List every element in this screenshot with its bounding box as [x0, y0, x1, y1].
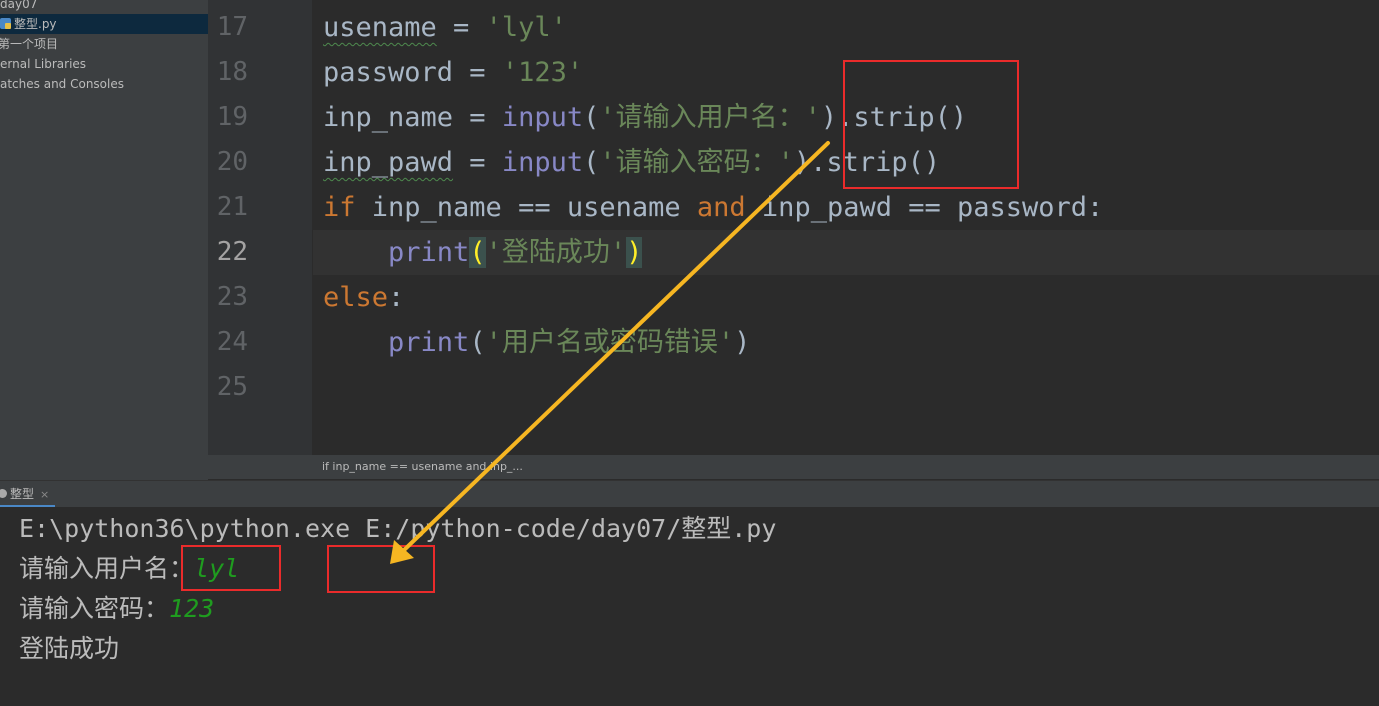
run-tab-label: 整型: [10, 487, 35, 501]
tree-item-label: ernal Libraries: [0, 57, 87, 71]
matched-bracket-close: ): [626, 237, 643, 268]
tree-item-label: atches and Consoles: [0, 77, 124, 91]
run-console[interactable]: E:\python36\python.exe E:/python-code/da…: [0, 507, 1379, 706]
editor-breadcrumb-bar: if inp_name == usename and inp_...: [208, 455, 1379, 479]
tree-external-libraries[interactable]: ernal Libraries: [0, 54, 86, 74]
python-file-icon: [0, 18, 11, 29]
code-line-21: if inp_name == usename and inp_pawd == p…: [323, 192, 1104, 223]
console-result: 登陆成功: [19, 634, 120, 663]
matched-bracket-open: (: [469, 237, 486, 268]
tree-folder-day07[interactable]: day07: [0, 0, 37, 14]
python-run-icon: [0, 489, 7, 498]
line-number: 18: [216, 57, 248, 87]
breadcrumb[interactable]: if inp_name == usename and inp_...: [322, 455, 523, 479]
annotation-box-input-right: [327, 545, 435, 593]
line-number: 17: [216, 12, 248, 42]
tree-file-zhengxing[interactable]: 整型.py: [0, 14, 208, 34]
annotation-box-strip: [843, 60, 1019, 189]
close-icon[interactable]: ×: [40, 488, 49, 501]
annotation-box-input-left: [181, 545, 281, 591]
tree-scratches-consoles[interactable]: atches and Consoles: [0, 74, 124, 94]
line-number-current: 22: [216, 237, 248, 267]
console-prompt-password: 请输入密码：123: [19, 594, 215, 623]
run-tab-zhengxing[interactable]: 整型 ×: [0, 483, 56, 508]
code-line-22: print('登陆成功'): [388, 237, 643, 268]
console-user-input: 123: [169, 594, 215, 623]
line-number-gutter: 17 18 19 20 21 22 23 24 25: [208, 0, 312, 455]
line-number: 19: [216, 102, 248, 132]
line-number: 20: [216, 147, 248, 177]
code-line-18: password = '123': [323, 57, 584, 88]
code-line-24: print('用户名或密码错误'): [388, 327, 751, 358]
code-line-23: else:: [323, 282, 405, 313]
run-tab-bar: 整型 ×: [0, 480, 1379, 508]
tree-item-label: 第一个项目: [0, 37, 59, 51]
console-command-line: E:\python36\python.exe E:/python-code/da…: [19, 514, 777, 543]
tree-item-label: 整型.py: [14, 17, 57, 31]
tree-folder-first-project[interactable]: 第一个项目: [0, 34, 58, 54]
line-number: 23: [216, 282, 248, 312]
line-number: 24: [216, 327, 248, 357]
tree-item-label: day07: [0, 0, 38, 11]
line-number: 21: [216, 192, 248, 222]
line-number: 25: [216, 372, 248, 402]
project-tree: day07 整型.py 第一个项目 ernal Libraries atches…: [0, 0, 208, 480]
code-line-17: usename = 'lyl': [323, 12, 567, 43]
